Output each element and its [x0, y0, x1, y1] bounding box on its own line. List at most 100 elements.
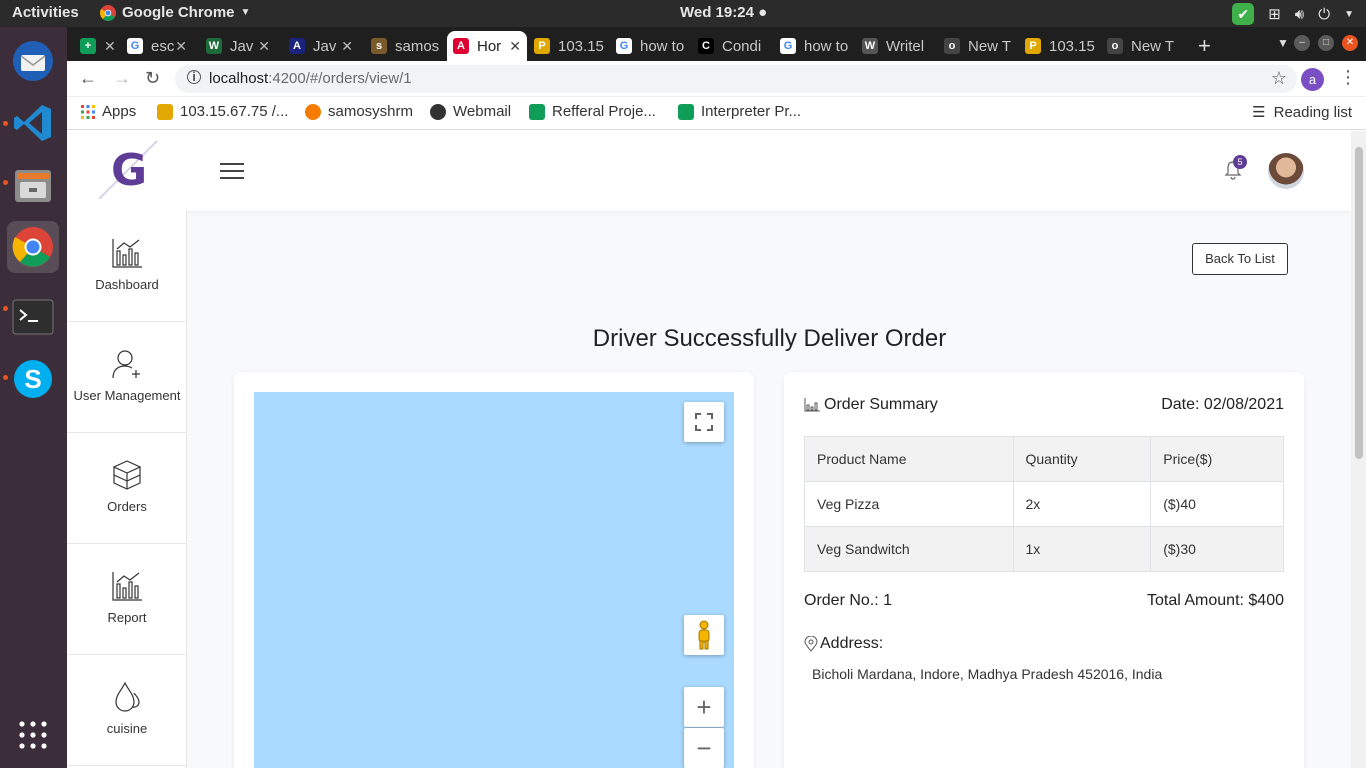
tab-6[interactable]: P 103.15 [528, 31, 604, 61]
sidebar-item-report[interactable]: Report [67, 544, 187, 655]
tab-10[interactable]: W Writel [856, 31, 932, 61]
tab-9[interactable]: Ghow to [774, 31, 850, 61]
price-cell: ($)40 [1150, 481, 1284, 527]
dock-thunderbird[interactable] [7, 35, 59, 87]
app-grid-icon [19, 721, 47, 749]
close-tab-icon[interactable]: ✕ [439, 38, 441, 55]
sidebar-item-label: Orders [107, 499, 147, 514]
tab-search-icon[interactable]: ▼ [1277, 36, 1289, 50]
close-tab-icon[interactable]: ✕ [258, 38, 270, 55]
url-host: localhost [209, 70, 269, 87]
bookmark-apps[interactable]: Apps [81, 103, 136, 120]
sidebar-item-cuisine[interactable]: cuisine [67, 655, 187, 766]
tab-5[interactable]: A Hor ✕ [447, 31, 527, 61]
bookmark-samosyshrm[interactable]: samosyshrm [305, 103, 413, 120]
more-menu-icon[interactable]: ⋮ [1339, 67, 1357, 88]
reload-icon[interactable]: ↻ [145, 68, 160, 89]
column-header: Product Name [804, 436, 1014, 482]
app-logo[interactable]: G [111, 145, 147, 196]
chrome-icon [100, 4, 116, 21]
dock-chrome[interactable] [7, 221, 59, 273]
tab-favicon-icon: o [1107, 38, 1123, 54]
activities-button[interactable]: Activities [12, 4, 79, 21]
maximize-icon[interactable]: □ [1318, 35, 1334, 51]
tab-label: Condi [722, 37, 762, 55]
close-tab-icon[interactable]: ✕ [341, 38, 353, 55]
app-header: G 5 [67, 131, 1351, 211]
tab-favicon-icon: G [127, 38, 143, 54]
tab-3[interactable]: A Jav ✕ [283, 31, 359, 61]
tab-7[interactable]: Ghow to [610, 31, 686, 61]
dock-terminal[interactable] [7, 291, 59, 343]
tab-favicon-icon: A [289, 38, 305, 54]
tab-1[interactable]: Gesc ✕ [121, 31, 193, 61]
scrollbar-thumb[interactable] [1355, 147, 1363, 459]
tab-label: Jav [313, 37, 337, 55]
page-scrollbar[interactable] [1351, 131, 1366, 768]
reading-list[interactable]: ☰ Reading list [1252, 103, 1352, 122]
table-row: Veg Pizza 2x ($)40 [804, 481, 1284, 527]
chrome-icon [12, 227, 53, 267]
bookmark-refferal[interactable]: Refferal Proje... [529, 103, 656, 120]
user-avatar[interactable] [1268, 153, 1304, 189]
sidebar-item-dashboard[interactable]: Dashboard [67, 211, 187, 322]
sidebar-item-orders[interactable]: Orders [67, 433, 187, 544]
forward-arrow-icon[interactable]: → [113, 68, 131, 89]
tab-4[interactable]: ssamos✕ [365, 31, 441, 61]
new-tab-button[interactable]: + [1198, 33, 1211, 59]
samosys-icon [305, 103, 321, 120]
bookmark-label: Refferal Proje... [552, 103, 656, 120]
drops-icon [115, 681, 140, 712]
site-info-icon[interactable]: i [187, 70, 201, 84]
address-heading: Address: [804, 635, 883, 653]
zoom-out-icon[interactable]: − [684, 728, 724, 768]
tab-label: Jav [230, 37, 254, 55]
sidebar-item-label: cuisine [106, 721, 148, 736]
date-label: Date: [1161, 396, 1200, 413]
tab-13[interactable]: o New T [1101, 31, 1177, 61]
bookmark-phpmyadmin[interactable]: 103.15.67.75 /... [157, 103, 288, 120]
tab-2[interactable]: W Jav ✕ [200, 31, 276, 61]
clock[interactable]: Wed 19:24 ● [680, 4, 767, 21]
tab-favicon-icon: s [371, 38, 387, 54]
bookmark-star-icon[interactable]: ☆ [1271, 68, 1287, 89]
bookmark-label: 103.15.67.75 /... [180, 103, 289, 120]
tab-label: how to [640, 37, 685, 55]
profile-avatar[interactable]: a [1301, 68, 1324, 91]
dock-files[interactable] [7, 159, 59, 211]
map-card: + − [234, 372, 754, 768]
menu-toggle-icon[interactable] [220, 163, 244, 184]
tab-11[interactable]: o New T [938, 31, 1014, 61]
tab-favicon-icon: W [862, 38, 878, 54]
zoom-in-icon[interactable]: + [684, 687, 724, 727]
bookmarks-bar: Apps 103.15.67.75 /... samosyshrm Webmai… [67, 97, 1366, 130]
back-to-list-button[interactable]: Back To List [1192, 243, 1288, 275]
bookmark-interpreter[interactable]: Interpreter Pr... [678, 103, 801, 120]
dock-app-grid[interactable] [7, 709, 59, 761]
dock-skype[interactable]: S [7, 353, 59, 405]
map[interactable]: + − [254, 392, 734, 768]
tab-0[interactable]: + ✕ [74, 31, 116, 61]
close-tab-icon[interactable]: ✕ [104, 38, 116, 55]
system-tray[interactable]: ✔ ⊞ 🔊︎ ⏻ ▼ [1232, 3, 1354, 25]
minimize-icon[interactable]: – [1294, 35, 1310, 51]
back-arrow-icon[interactable]: ← [79, 68, 97, 89]
address-bar[interactable]: i localhost:4200/#/orders/view/1 ☆ [175, 65, 1297, 93]
tab-favicon-icon: P [1025, 38, 1041, 54]
tab-12[interactable]: P 103.15 [1019, 31, 1095, 61]
order-summary-card: Order Summary Date: 02/08/2021 Product N… [784, 372, 1304, 768]
close-tab-icon[interactable]: ✕ [175, 38, 187, 55]
close-tab-icon[interactable]: ✕ [509, 38, 521, 55]
sidebar-item-user-management[interactable]: User Management [67, 322, 187, 433]
dock-vscode[interactable] [7, 97, 59, 149]
street-view-pegman-icon[interactable] [684, 615, 724, 655]
app-menu[interactable]: Google Chrome ▼ [100, 4, 250, 21]
tab-label: Hor [477, 37, 502, 55]
close-icon[interactable]: ✕ [1342, 35, 1358, 51]
check-icon[interactable]: ✔ [1232, 3, 1255, 25]
files-icon [15, 170, 51, 202]
tab-8[interactable]: C Condi [692, 31, 768, 61]
bookmark-webmail[interactable]: Webmail [430, 103, 511, 120]
fullscreen-icon[interactable] [684, 402, 724, 442]
tab-favicon-icon: G [780, 38, 796, 54]
